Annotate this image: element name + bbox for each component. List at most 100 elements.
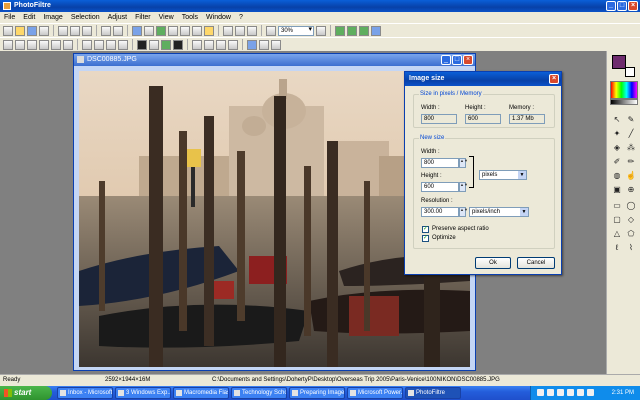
redo-icon[interactable]	[113, 25, 123, 36]
brush-icon[interactable]: ✐	[612, 157, 622, 167]
transform-icon[interactable]	[156, 25, 166, 36]
effect-icon[interactable]	[247, 39, 257, 50]
fit-window-icon[interactable]	[335, 25, 345, 36]
texture-icon[interactable]	[259, 39, 269, 50]
dialog-title-bar[interactable]: Image size ×	[405, 72, 561, 86]
sharpen-icon[interactable]	[204, 39, 214, 50]
zoom-select[interactable]: 30%	[278, 25, 314, 36]
optimize-label[interactable]: Optimize	[432, 235, 456, 241]
document-title-bar[interactable]: DSC00885.JPG _ □ ×	[74, 54, 475, 66]
network-icon[interactable]	[537, 389, 544, 396]
background-color-swatch[interactable]	[625, 67, 635, 77]
task-powerpoint[interactable]: Microsoft Power...	[347, 387, 403, 399]
auto-contrast-icon[interactable]	[15, 39, 25, 50]
optimize-checkbox[interactable]: ✓	[422, 235, 429, 242]
frame-icon[interactable]	[180, 25, 190, 36]
canvas-size-icon[interactable]	[144, 25, 154, 36]
layer-icon[interactable]	[204, 25, 214, 36]
undo-icon[interactable]	[101, 25, 111, 36]
diamond-icon[interactable]: ◇	[626, 215, 636, 225]
eyedropper-icon[interactable]: ✎	[626, 115, 636, 125]
grayscale-palette[interactable]	[610, 99, 638, 105]
smudge-icon[interactable]: ☝	[626, 171, 636, 181]
chevron-down-icon[interactable]: ▼	[518, 171, 526, 179]
minimize-button[interactable]: _	[606, 1, 616, 11]
color-balance-icon[interactable]	[161, 39, 171, 50]
menu-edit[interactable]: Edit	[19, 12, 39, 23]
width-input[interactable]: 800	[421, 158, 459, 168]
polyline-icon[interactable]: ⌇	[626, 243, 636, 253]
mirror-icon[interactable]	[247, 25, 257, 36]
gamma-minus-icon[interactable]	[118, 39, 128, 50]
menu-filter[interactable]: Filter	[131, 12, 155, 23]
task-photofiltre[interactable]: PhotoFiltre	[405, 387, 461, 399]
rounded-rect-icon[interactable]: ▢	[612, 215, 622, 225]
menu-help[interactable]: ?	[235, 12, 247, 23]
cancel-button[interactable]: Cancel	[517, 257, 555, 269]
task-explorer[interactable]: 3 Windows Exp...	[115, 387, 171, 399]
triangle-icon[interactable]: △	[612, 229, 622, 239]
menu-view[interactable]: View	[155, 12, 178, 23]
preview-icon[interactable]	[371, 25, 381, 36]
color-palette[interactable]	[610, 81, 638, 99]
clone-icon[interactable]: ⊕	[626, 185, 636, 195]
brightness-minus-icon[interactable]	[39, 39, 49, 50]
start-button[interactable]: start	[0, 386, 52, 400]
image-size-icon[interactable]	[132, 25, 142, 36]
menu-adjust[interactable]: Adjust	[104, 12, 131, 23]
menu-tools[interactable]: Tools	[178, 12, 202, 23]
messenger-icon[interactable]	[567, 389, 574, 396]
negative-icon[interactable]	[173, 39, 183, 50]
security-icon[interactable]	[557, 389, 564, 396]
antivirus-icon[interactable]	[577, 389, 584, 396]
paste-icon[interactable]	[82, 25, 92, 36]
blur-tool-icon[interactable]: ◍	[612, 171, 622, 181]
update-icon[interactable]	[587, 389, 594, 396]
rect-select-icon[interactable]: ▭	[612, 201, 622, 211]
pointer-icon[interactable]: ↖	[612, 115, 622, 125]
height-spinner[interactable]: ▲▼	[459, 182, 468, 192]
crop-icon[interactable]	[168, 25, 178, 36]
menu-image[interactable]: Image	[39, 12, 66, 23]
task-outlook[interactable]: Inbox - Microsoft...	[57, 387, 113, 399]
menu-file[interactable]: File	[0, 12, 19, 23]
flip-icon[interactable]	[235, 25, 245, 36]
height-input[interactable]: 600	[421, 182, 459, 192]
task-preparing-image[interactable]: Preparing Image...	[289, 387, 345, 399]
emboss-icon[interactable]	[228, 39, 238, 50]
full-screen-icon[interactable]	[359, 25, 369, 36]
print-icon[interactable]	[39, 25, 49, 36]
save-icon[interactable]	[27, 25, 37, 36]
resolution-input[interactable]: 300.00	[421, 207, 459, 217]
preserve-aspect-label[interactable]: Preserve aspect ratio	[432, 226, 489, 232]
dialog-close-button[interactable]: ×	[549, 74, 559, 84]
vignette-icon[interactable]	[271, 39, 281, 50]
doc-close-button[interactable]: ×	[463, 55, 473, 65]
magic-wand-icon[interactable]: ✦	[612, 129, 622, 139]
rotate-icon[interactable]	[223, 25, 233, 36]
open-folder-icon[interactable]	[15, 25, 25, 36]
spray-icon[interactable]: ⁂	[626, 143, 636, 153]
foreground-color-swatch[interactable]	[612, 55, 626, 69]
doc-maximize-button[interactable]: □	[452, 55, 462, 65]
resolution-unit-select[interactable]: pixels/inch ▼	[469, 207, 529, 217]
saturation-minus-icon[interactable]	[94, 39, 104, 50]
saturation-plus-icon[interactable]	[82, 39, 92, 50]
brightness-plus-icon[interactable]	[27, 39, 37, 50]
grayscale-icon[interactable]	[137, 39, 147, 50]
chevron-down-icon[interactable]: ▼	[520, 208, 528, 216]
taskbar-clock[interactable]: 2:31 PM	[612, 386, 634, 400]
text-icon[interactable]	[192, 25, 202, 36]
sepia-icon[interactable]	[149, 39, 159, 50]
line-icon[interactable]: ╱	[626, 129, 636, 139]
polygon-icon[interactable]: ⬠	[626, 229, 636, 239]
doc-minimize-button[interactable]: _	[441, 55, 451, 65]
fill-icon[interactable]: ◈	[612, 143, 622, 153]
copy-icon[interactable]	[70, 25, 80, 36]
preserve-aspect-checkbox[interactable]: ✓	[422, 226, 429, 233]
resolution-spinner[interactable]: ▲▼	[459, 207, 468, 217]
gamma-plus-icon[interactable]	[106, 39, 116, 50]
stamp-icon[interactable]: ▣	[612, 185, 622, 195]
soften-icon[interactable]	[216, 39, 226, 50]
close-button[interactable]: ×	[628, 1, 638, 11]
